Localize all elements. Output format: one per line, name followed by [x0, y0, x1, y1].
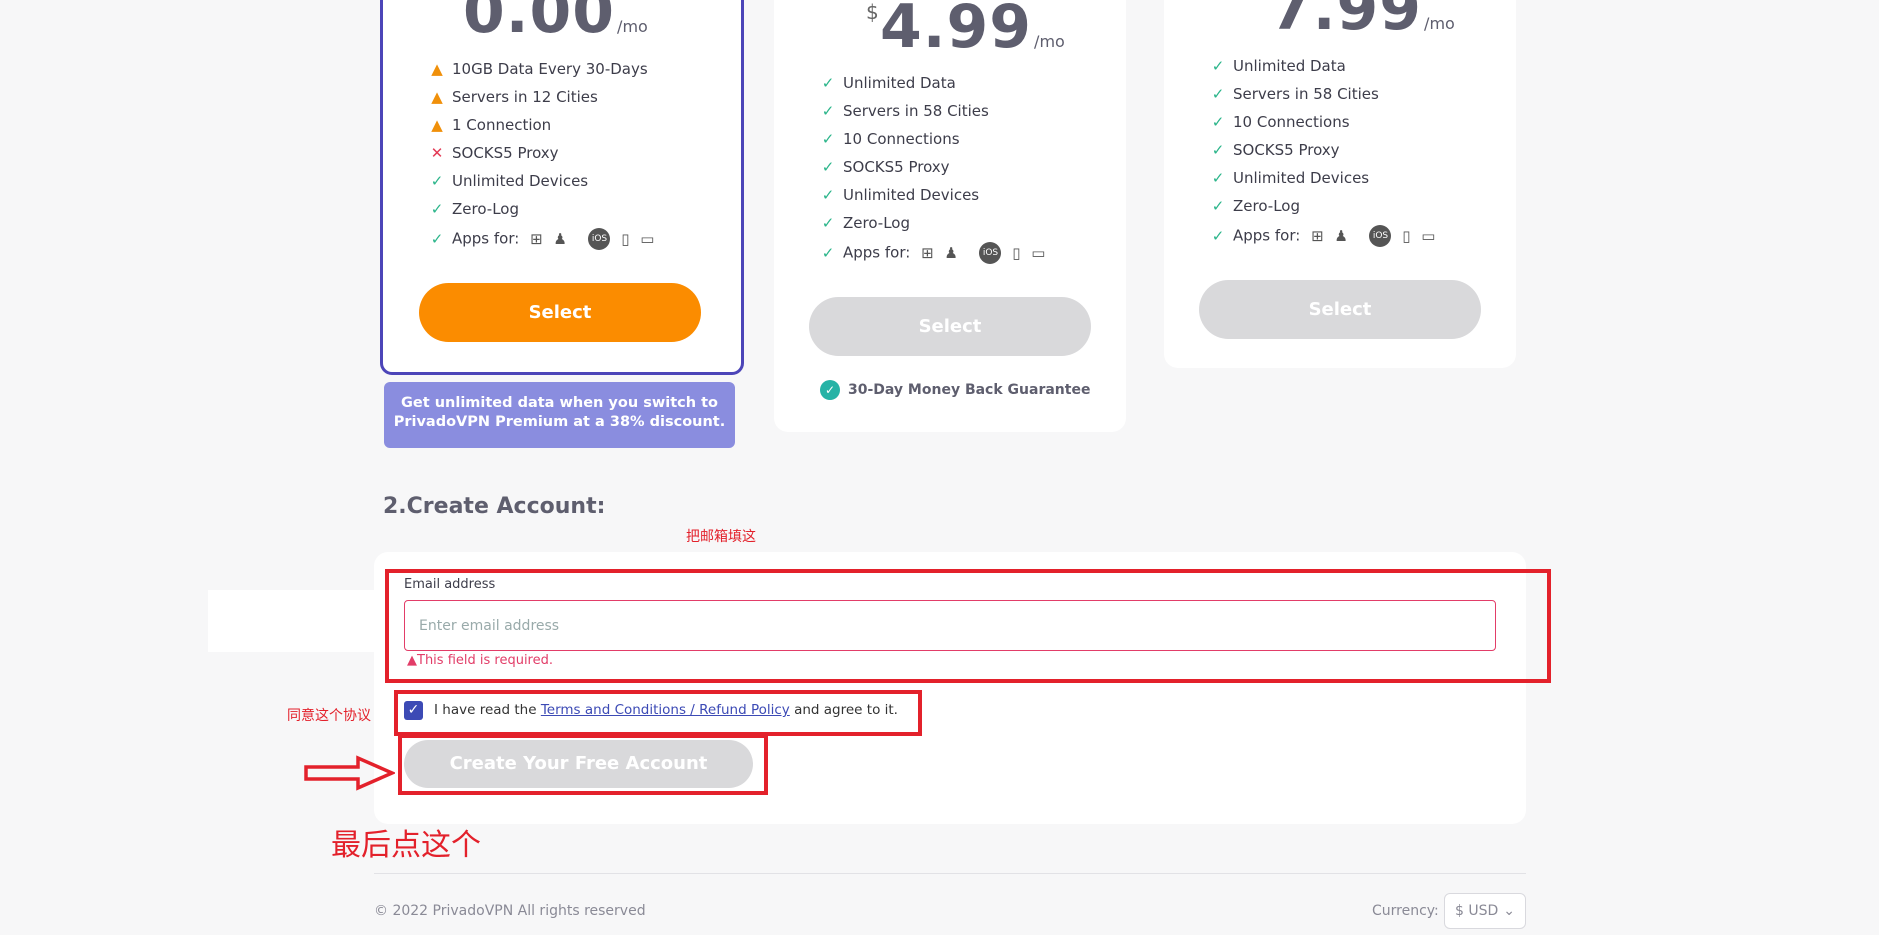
check-icon: ✓	[1211, 226, 1225, 245]
check-icon: ✓	[430, 172, 444, 190]
tv-icon: ▭	[1031, 244, 1046, 262]
annotation-box-create	[398, 734, 768, 795]
annotation-arrow-icon	[304, 755, 395, 791]
annotation-box-agree	[394, 690, 922, 736]
select-premium-button[interactable]: Select	[1199, 280, 1481, 339]
plan-price-free: $ 0.00/mo	[453, 0, 648, 47]
feature-item: ✓ Unlimited Devices	[1209, 169, 1369, 187]
check-icon: ✓	[821, 214, 835, 232]
price-value: 7.99	[1270, 0, 1423, 44]
currency-symbol: $	[453, 0, 466, 1]
select-monthly-button[interactable]: Select	[809, 297, 1091, 356]
currency-label: Currency:	[1372, 903, 1439, 919]
create-account-heading: 2.Create Account:	[383, 494, 606, 519]
annotation-agree: 同意这个协议	[287, 708, 371, 724]
feature-item: ✓ Servers in 58 Cities	[1209, 85, 1379, 103]
plan-price-premium: $ 7.99/mo	[1270, 0, 1455, 44]
ios-icon: iOS	[1369, 225, 1392, 247]
feature-apps: ✓ Apps for: ⊞ ♟ iOS ▯ ▭	[428, 228, 654, 250]
check-icon: ✓	[430, 229, 444, 248]
ios-icon: iOS	[979, 242, 1002, 264]
money-back-guarantee: ✓ 30-Day Money Back Guarantee	[820, 380, 1090, 400]
check-icon: ✓	[821, 158, 835, 176]
cross-icon: ✕	[430, 144, 444, 162]
select-free-button[interactable]: Select	[419, 283, 701, 342]
price-period: /mo	[1034, 32, 1065, 51]
feature-item: ✓ Unlimited Data	[819, 74, 956, 92]
tv-icon: ▭	[640, 230, 655, 248]
remote-icon: ▯	[1402, 227, 1411, 245]
feature-item: ✓ Unlimited Devices	[819, 186, 979, 204]
currency-symbol: $	[866, 0, 879, 24]
plan-card-premium: $ 7.99/mo ✓Unlimited Data ✓Servers in 58…	[1164, 0, 1516, 368]
check-icon: ✓	[821, 130, 835, 148]
feature-item: ✕ SOCKS5 Proxy	[428, 144, 559, 162]
check-icon: ✓	[430, 200, 444, 218]
feature-item: ✓ Zero-Log	[428, 200, 519, 218]
check-badge-icon: ✓	[820, 380, 840, 400]
check-icon: ✓	[1211, 113, 1225, 131]
remote-icon: ▯	[1012, 244, 1021, 262]
feature-item: ✓ Unlimited Data	[1209, 57, 1346, 75]
chevron-down-icon: ⌄	[1503, 903, 1515, 919]
feature-item: ✓ SOCKS5 Proxy	[819, 158, 950, 176]
annotation-email: 把邮箱填这	[686, 529, 756, 545]
feature-item: ✓ Zero-Log	[1209, 197, 1300, 215]
background-strip	[208, 590, 374, 652]
warning-icon: ▲	[431, 88, 443, 106]
plan-card-free: $ 0.00/mo ▲10GB Data Every 30-Days ▲Serv…	[380, 0, 744, 375]
feature-item: ✓ 10 Connections	[819, 130, 960, 148]
price-value: 0.00	[463, 0, 616, 47]
feature-item: ▲ 10GB Data Every 30-Days	[428, 60, 647, 78]
check-icon: ✓	[1211, 197, 1225, 215]
annotation-box-email	[385, 569, 1551, 683]
android-icon: ♟	[1334, 227, 1348, 245]
currency-select[interactable]: $ USD ⌄	[1444, 893, 1526, 929]
tv-icon: ▭	[1421, 227, 1436, 245]
feature-item: ✓ 10 Connections	[1209, 113, 1350, 131]
footer-divider	[374, 873, 1526, 874]
upgrade-promo[interactable]: Get unlimited data when you switch to Pr…	[384, 382, 735, 448]
ios-icon: iOS	[588, 228, 611, 250]
check-icon: ✓	[821, 243, 835, 262]
feature-item: ▲ 1 Connection	[428, 116, 551, 134]
feature-item: ✓ Unlimited Devices	[428, 172, 588, 190]
remote-icon: ▯	[621, 230, 630, 248]
feature-item: ✓ Servers in 58 Cities	[819, 102, 989, 120]
check-icon: ✓	[821, 186, 835, 204]
price-period: /mo	[1424, 14, 1455, 33]
warning-icon: ▲	[431, 116, 443, 134]
copyright: © 2022 PrivadoVPN All rights reserved	[374, 903, 646, 919]
feature-apps: ✓ Apps for: ⊞ ♟ iOS ▯ ▭	[819, 242, 1045, 264]
windows-icon: ⊞	[921, 244, 934, 262]
feature-item: ✓ SOCKS5 Proxy	[1209, 141, 1340, 159]
android-icon: ♟	[944, 244, 958, 262]
check-icon: ✓	[1211, 85, 1225, 103]
android-icon: ♟	[553, 230, 567, 248]
feature-item: ✓ Zero-Log	[819, 214, 910, 232]
warning-icon: ▲	[431, 60, 443, 78]
feature-apps: ✓ Apps for: ⊞ ♟ iOS ▯ ▭	[1209, 225, 1435, 247]
windows-icon: ⊞	[530, 230, 543, 248]
price-value: 4.99	[880, 0, 1033, 62]
plan-price-monthly: $ 4.99/mo	[866, 0, 1065, 62]
price-period: /mo	[617, 17, 648, 36]
check-icon: ✓	[1211, 141, 1225, 159]
plan-card-monthly: $ 4.99/mo ✓ Unlimited Data ✓ Servers in 58…	[774, 0, 1126, 432]
annotation-final: 最后点这个	[331, 828, 481, 863]
check-icon: ✓	[1211, 57, 1225, 75]
check-icon: ✓	[821, 74, 835, 92]
check-icon: ✓	[1211, 169, 1225, 187]
windows-icon: ⊞	[1311, 227, 1324, 245]
feature-item: ▲ Servers in 12 Cities	[428, 88, 598, 106]
check-icon: ✓	[821, 102, 835, 120]
